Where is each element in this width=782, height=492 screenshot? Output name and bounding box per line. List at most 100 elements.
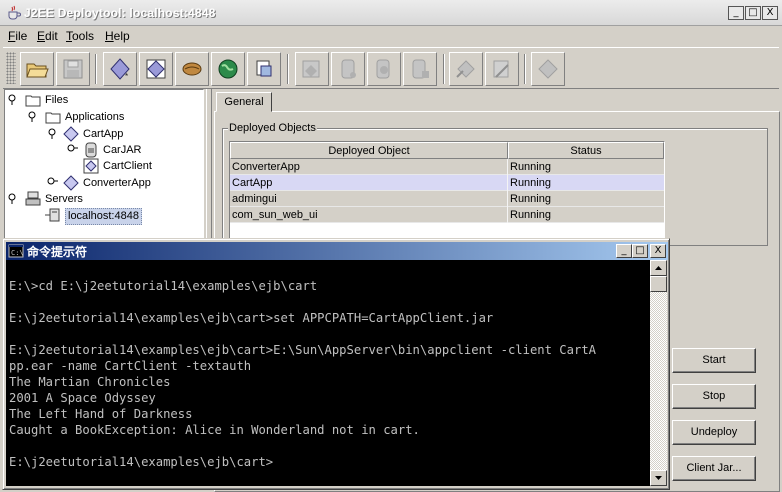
deploy-icon (302, 60, 320, 78)
menu-edit[interactable]: Edit (37, 29, 58, 43)
java-coffee-icon (6, 5, 22, 21)
cmd-close-button[interactable]: X (650, 244, 666, 258)
minimize-button[interactable]: _ (728, 6, 744, 20)
tool-11-icon (456, 60, 475, 78)
arrow-down-icon (655, 476, 662, 480)
menu-help-mnemonic: H (105, 29, 114, 43)
application-icon (63, 126, 79, 142)
close-button[interactable]: X (762, 6, 778, 20)
table-column-divider (507, 207, 508, 223)
scroll-thumb[interactable] (650, 276, 667, 292)
tool-button-9[interactable] (367, 52, 401, 86)
tool-13-icon (538, 59, 558, 79)
tool-button-10[interactable] (403, 52, 437, 86)
tree-label: Files (45, 94, 69, 106)
new-ejb-icon (146, 59, 166, 79)
tree-label: CartClient (103, 160, 152, 172)
menu-tools[interactable]: Tools (66, 29, 94, 43)
menu-edit-mnemonic: E (37, 29, 46, 43)
console-line: E:\>cd E:\j2eetutorial14\examples\ejb\ca… (9, 279, 318, 293)
toolbar-grip[interactable] (6, 52, 16, 84)
console-line: The Left Hand of Darkness (9, 407, 193, 421)
tree-label: Servers (45, 193, 83, 205)
menu-help[interactable]: Help (105, 29, 130, 43)
arrow-up-icon (655, 266, 662, 270)
deploytool-title: J2EE Deploytool: localhost:4848 (24, 6, 216, 20)
command-prompt-title: 命令提示符 (27, 245, 88, 259)
toolbar-separator (524, 54, 526, 84)
deploytool-titlebar[interactable]: J2EE Deploytool: localhost:4848 _ □ X (0, 0, 782, 26)
stop-button[interactable]: Stop (672, 384, 756, 409)
console-line: E:\j2eetutorial14\examples\ejb\cart>set … (9, 311, 494, 325)
cmd-maximize-button[interactable]: □ (632, 244, 648, 258)
table-cell-object: com_sun_web_ui (232, 209, 318, 221)
open-button[interactable] (20, 52, 54, 86)
scroll-up-button[interactable] (650, 260, 667, 276)
vertical-scrollbar[interactable] (650, 260, 667, 486)
new-web-component-button[interactable] (211, 52, 245, 86)
tree-toggle-icon[interactable] (47, 128, 59, 140)
new-client-button[interactable] (247, 52, 281, 86)
tool-button-13[interactable] (531, 52, 565, 86)
table-column-divider (507, 175, 508, 191)
servers-icon (25, 191, 41, 206)
tree-toggle-icon[interactable] (47, 176, 59, 188)
undeploy-button[interactable]: Undeploy (672, 420, 756, 445)
tree-toggle-icon[interactable] (7, 94, 19, 106)
tool-button-12[interactable] (485, 52, 519, 86)
table-cell-status: Running (510, 177, 551, 189)
tree-label: CarJAR (103, 144, 142, 156)
tool-button-11[interactable] (449, 52, 483, 86)
deployed-objects-label: Deployed Objects (228, 122, 317, 134)
tab-general[interactable]: General (216, 92, 272, 112)
toolbar-separator (95, 54, 97, 84)
table-row[interactable]: admingui Running (230, 191, 664, 207)
maximize-button[interactable]: □ (745, 6, 761, 20)
console-line: E:\j2eetutorial14\examples\ejb\cart>E:\S… (9, 343, 596, 357)
save-button[interactable] (56, 52, 90, 86)
client-jar-button[interactable]: Client Jar... (672, 456, 756, 481)
tree-toggle-icon[interactable] (27, 111, 39, 123)
menu-file[interactable]: File (8, 29, 27, 43)
column-header-status[interactable]: Status (508, 142, 664, 159)
new-application-icon: * (110, 58, 130, 81)
split-pane-divider[interactable] (206, 89, 212, 239)
column-header-deployed-object[interactable]: Deployed Object (230, 142, 508, 159)
new-bean-button[interactable] (175, 52, 209, 86)
table-column-divider (507, 191, 508, 207)
cmd-minimize-button[interactable]: _ (616, 244, 632, 258)
menu-edit-label: dit (45, 29, 58, 43)
application-icon (63, 175, 79, 191)
scroll-track[interactable] (650, 292, 667, 470)
table-row-selected[interactable]: CartApp Running (230, 175, 664, 191)
start-button[interactable]: Start (672, 348, 756, 373)
tool-button-7[interactable] (295, 52, 329, 86)
table-cell-status: Running (510, 209, 551, 221)
new-ejb-button[interactable] (139, 52, 173, 86)
console-icon: C:\ (8, 243, 24, 259)
tree-toggle-icon[interactable] (67, 143, 79, 155)
table-row[interactable]: com_sun_web_ui Running (230, 207, 664, 223)
new-application-button[interactable]: * (103, 52, 137, 86)
tool-12-icon (493, 60, 509, 78)
deployed-objects-table: Deployed Object Status ConverterApp Runn… (229, 141, 665, 241)
console-output[interactable]: E:\>cd E:\j2eetutorial14\examples\ejb\ca… (6, 260, 650, 486)
console-line: Caught a BookException: Alice in Wonderl… (9, 423, 420, 437)
project-tree: Files Applications CartApp CarJAR CartCl… (4, 89, 204, 239)
scroll-down-button[interactable] (650, 470, 667, 486)
table-row[interactable]: ConverterApp Running (230, 159, 664, 175)
toolbar-separator (287, 54, 289, 84)
tool-button-8[interactable] (331, 52, 365, 86)
command-prompt-titlebar[interactable]: C:\ 命令提示符 _ □ X (6, 242, 668, 260)
console-line: The Martian Chronicles (9, 375, 171, 389)
console-line: 2001 A Space Odyssey (9, 391, 156, 405)
menu-file-label: ile (15, 29, 28, 43)
open-folder-icon (26, 63, 49, 78)
tree-toggle-icon[interactable] (7, 193, 19, 205)
menu-help-label: elp (113, 29, 130, 43)
table-cell-object: ConverterApp (232, 161, 300, 173)
